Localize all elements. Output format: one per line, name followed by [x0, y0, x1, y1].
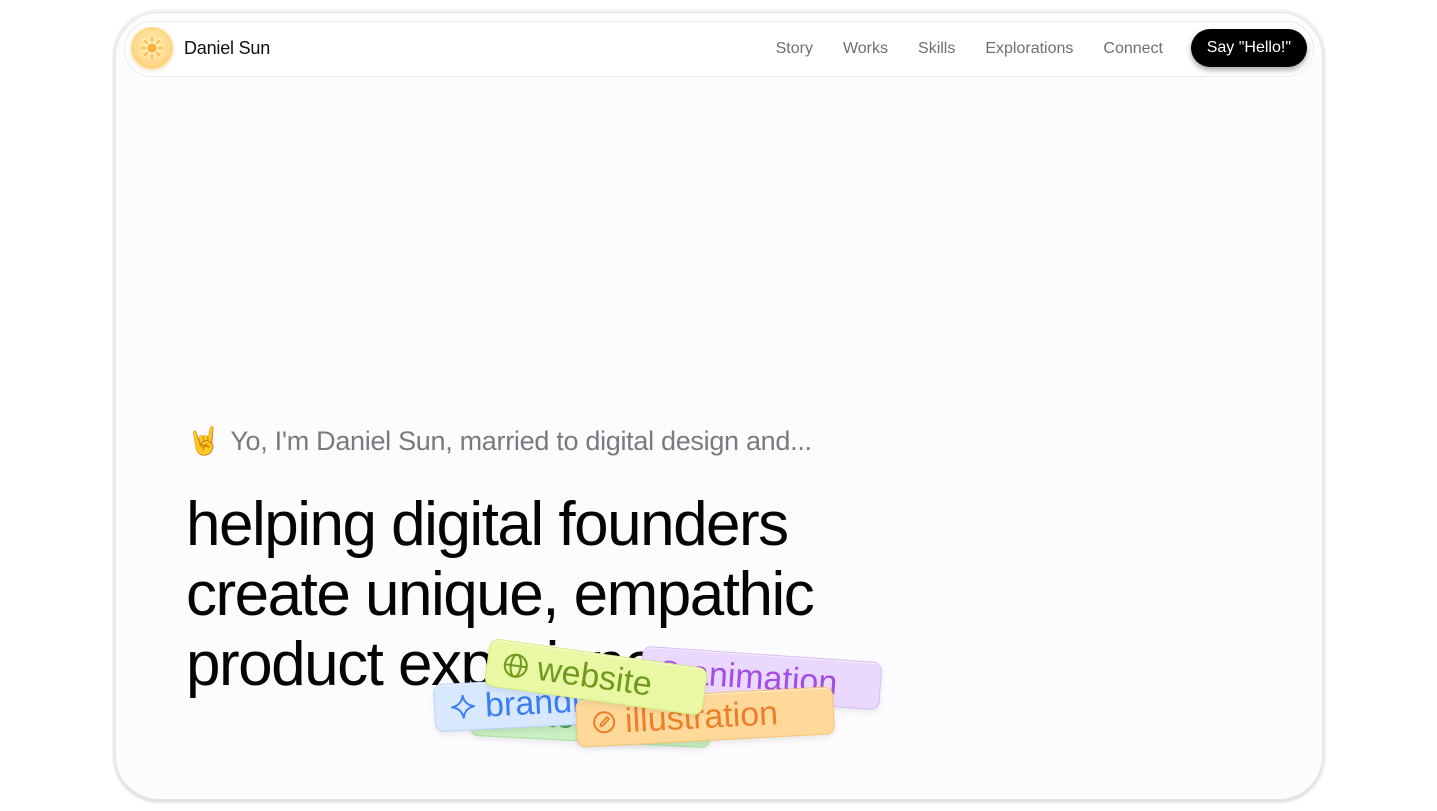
globe-icon [500, 650, 532, 682]
nav-item-explorations[interactable]: Explorations [985, 40, 1073, 58]
pencil-icon [590, 709, 617, 736]
nav-item-story[interactable]: Story [776, 40, 813, 58]
rock-hand-icon: 🤘 [187, 426, 221, 456]
nav-item-works[interactable]: Works [843, 40, 888, 58]
nav-item-connect[interactable]: Connect [1103, 40, 1163, 58]
brand-name: Daniel Sun [184, 37, 271, 58]
logo-link[interactable]: Daniel Sun [131, 27, 270, 69]
top-navbar: Daniel Sun Story Works Skills Exploratio… [124, 21, 1314, 77]
nav-links: Story Works Skills Explorations Connect [746, 22, 1163, 76]
hero-intro: 🤘 Yo, I'm Daniel Sun, married to digital… [187, 425, 812, 457]
browser-frame: Daniel Sun Story Works Skills Exploratio… [115, 12, 1323, 800]
nav-item-skills[interactable]: Skills [918, 40, 955, 58]
intro-text: Yo, I'm Daniel Sun, married to digital d… [230, 425, 812, 456]
headline-line-1: helping digital founders [186, 490, 789, 559]
headline-line-2: create unique, empathic [186, 560, 815, 629]
sparkle-icon [448, 692, 477, 721]
say-hello-button[interactable]: Say "Hello!" [1190, 29, 1307, 67]
sun-icon [131, 27, 173, 69]
